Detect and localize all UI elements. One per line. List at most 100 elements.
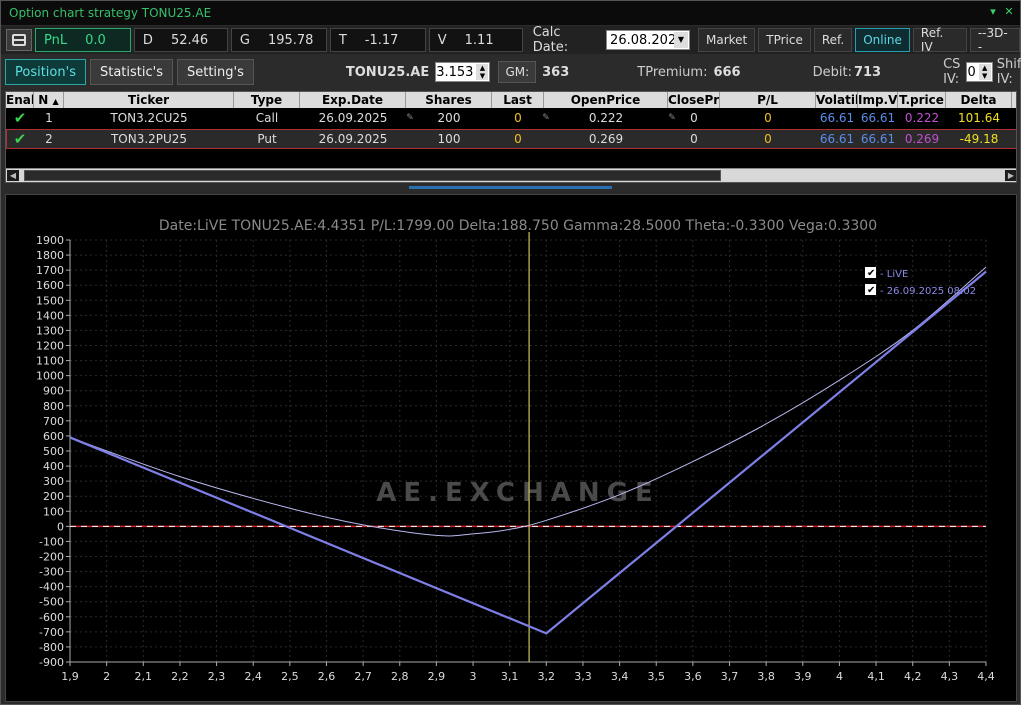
- scrollbar-thumb[interactable]: [24, 170, 721, 181]
- check-icon: ✔: [867, 285, 875, 296]
- gm-button[interactable]: GM:: [498, 61, 537, 83]
- cell-open-price[interactable]: 0.269: [544, 129, 668, 149]
- cs-iv-spinner[interactable]: 0 ▲ ▼: [966, 62, 993, 82]
- x-tick-label: 3,6: [684, 670, 702, 683]
- y-tick-label: -600: [39, 611, 64, 624]
- ref-iv-button[interactable]: Ref. IV: [912, 26, 967, 54]
- x-tick-label: 4,2: [904, 670, 922, 683]
- legend-label-expiry: - 26.09.2025 08:02: [880, 286, 976, 297]
- x-tick-label: 4,3: [941, 670, 959, 683]
- x-tick-label: 4,4: [977, 670, 995, 683]
- underlying-price-spinner[interactable]: 3.153 ▲ ▼: [435, 62, 491, 82]
- y-tick-label: 1700: [36, 264, 64, 277]
- y-tick-label: -200: [39, 551, 64, 564]
- enabled-check-icon[interactable]: ✔: [9, 129, 31, 149]
- horizontal-scrollbar[interactable]: ◀ ▶: [6, 168, 1016, 182]
- settings-menu-button[interactable]: [6, 29, 32, 51]
- spinner-arrows-icon[interactable]: ▲ ▼: [978, 64, 991, 80]
- minimize-icon[interactable]: ▾: [986, 5, 1000, 19]
- stat-t-label: T: [338, 32, 347, 48]
- calc-date: Calc Date: 26.08.2025 ▼: [533, 25, 690, 55]
- debit-value: 713: [853, 64, 882, 80]
- col-shares[interactable]: Shares: [406, 92, 492, 108]
- stat-g-label: G: [239, 32, 250, 48]
- x-tick-label: 4,1: [867, 670, 885, 683]
- y-tick-label: 500: [43, 445, 64, 458]
- col-ticker[interactable]: Ticker: [64, 92, 234, 108]
- x-tick-label: 3,3: [574, 670, 592, 683]
- chart-title: Date:LiVE TONU25.AE:4.4351 P/L:1799.00 D…: [159, 218, 877, 234]
- cell-delta: -49.18: [959, 132, 999, 146]
- y-tick-label: -500: [39, 596, 64, 609]
- close-icon[interactable]: ✕: [1002, 5, 1016, 19]
- enabled-check-icon[interactable]: ✔: [9, 108, 31, 128]
- tab-statistics[interactable]: Statistic's: [89, 59, 173, 85]
- x-tick-label: 4: [836, 670, 843, 683]
- cell-last: 0: [514, 132, 522, 146]
- table-row[interactable]: ✔ 2 TON3.2PU25 Put 26.09.2025 100 0 0.26…: [6, 129, 1016, 149]
- cell-close-price[interactable]: 0: [668, 129, 720, 149]
- table-header: Enal N ▲ Ticker Type Exp.Date Shares Las…: [6, 92, 1016, 108]
- cell-shares[interactable]: 200: [406, 108, 492, 128]
- y-tick-label: -300: [39, 566, 64, 579]
- col-type[interactable]: Type: [234, 92, 300, 108]
- series-expiry-line: [69, 270, 987, 635]
- x-tick-label: 3,5: [647, 670, 665, 683]
- cell-shares[interactable]: 100: [406, 129, 492, 149]
- y-tick-label: 800: [43, 400, 64, 413]
- y-tick-label: 900: [43, 385, 64, 398]
- cell-volatility: 66.61: [819, 132, 855, 146]
- y-tick-label: -700: [39, 626, 64, 639]
- col-exp-date[interactable]: Exp.Date: [300, 92, 406, 108]
- cell-t-price: 0.269: [904, 132, 940, 146]
- col-enabled[interactable]: Enal: [6, 92, 34, 108]
- col-close-price[interactable]: ClosePri: [668, 92, 720, 108]
- tpremium-value: 666: [713, 64, 741, 80]
- cs-iv-label: CS IV:: [943, 57, 961, 87]
- tab-positions[interactable]: Position's: [5, 59, 86, 85]
- y-tick-label: 1900: [36, 234, 64, 247]
- underlying-symbol: TONU25.AE: [345, 64, 430, 80]
- calc-date-label: Calc Date:: [532, 25, 569, 55]
- cell-close-price[interactable]: 0: [668, 108, 720, 128]
- scroll-right-icon[interactable]: ▶: [1005, 170, 1016, 181]
- cell-type: Put: [257, 132, 277, 146]
- y-tick-label: 1600: [36, 279, 64, 292]
- stat-pnl: PnL 0.0: [34, 28, 131, 52]
- panel-splitter[interactable]: [409, 186, 612, 189]
- tab-settings[interactable]: Setting's: [176, 59, 254, 85]
- x-tick-label: 3,2: [538, 670, 556, 683]
- gm-value: 363: [542, 64, 570, 80]
- market-button[interactable]: Market: [697, 28, 756, 52]
- y-tick-label: 300: [43, 475, 64, 488]
- stat-v-value: 1.11: [464, 32, 494, 48]
- col-open-price[interactable]: OpenPrice: [544, 92, 668, 108]
- table-row[interactable]: ✔ 1 TON3.2CU25 Call 26.09.2025 ✎ 200 0 ✎…: [6, 108, 1016, 128]
- y-tick-label: 1300: [36, 324, 64, 337]
- cell-exp-date: 26.09.2025: [318, 132, 388, 146]
- tpremium-label: TPremium:: [637, 64, 708, 80]
- x-tick-label: 3: [470, 670, 477, 683]
- col-volatility[interactable]: Volatili: [816, 92, 858, 108]
- stat-t-value: -1.17: [364, 32, 399, 48]
- tprice-button[interactable]: TPrice: [758, 28, 811, 52]
- cell-n: 1: [45, 111, 53, 125]
- calc-date-picker[interactable]: 26.08.2025 ▼: [606, 30, 690, 50]
- chevron-down-icon[interactable]: ▼: [673, 32, 688, 48]
- three-d-button[interactable]: --3D--: [969, 26, 1020, 54]
- online-button[interactable]: Online: [855, 28, 910, 52]
- col-t-price[interactable]: T.price: [898, 92, 946, 108]
- x-tick-label: 3,4: [611, 670, 629, 683]
- scroll-left-icon[interactable]: ◀: [7, 170, 19, 181]
- y-tick-label: 100: [43, 505, 64, 518]
- ref-button[interactable]: Ref.: [813, 28, 853, 52]
- col-pl[interactable]: P/L: [720, 92, 816, 108]
- cell-open-price[interactable]: 0.222: [544, 108, 668, 128]
- option-chart-window: Option chart strategy TONU25.AE ▾ ✕ PnL …: [0, 0, 1021, 705]
- cell-last: 0: [514, 111, 522, 125]
- spinner-arrows-icon[interactable]: ▲ ▼: [476, 64, 489, 80]
- col-imp-vol[interactable]: Imp.Vo: [858, 92, 898, 108]
- col-last[interactable]: Last: [492, 92, 544, 108]
- col-delta[interactable]: Delta: [946, 92, 1012, 108]
- col-n[interactable]: N ▲: [34, 92, 64, 108]
